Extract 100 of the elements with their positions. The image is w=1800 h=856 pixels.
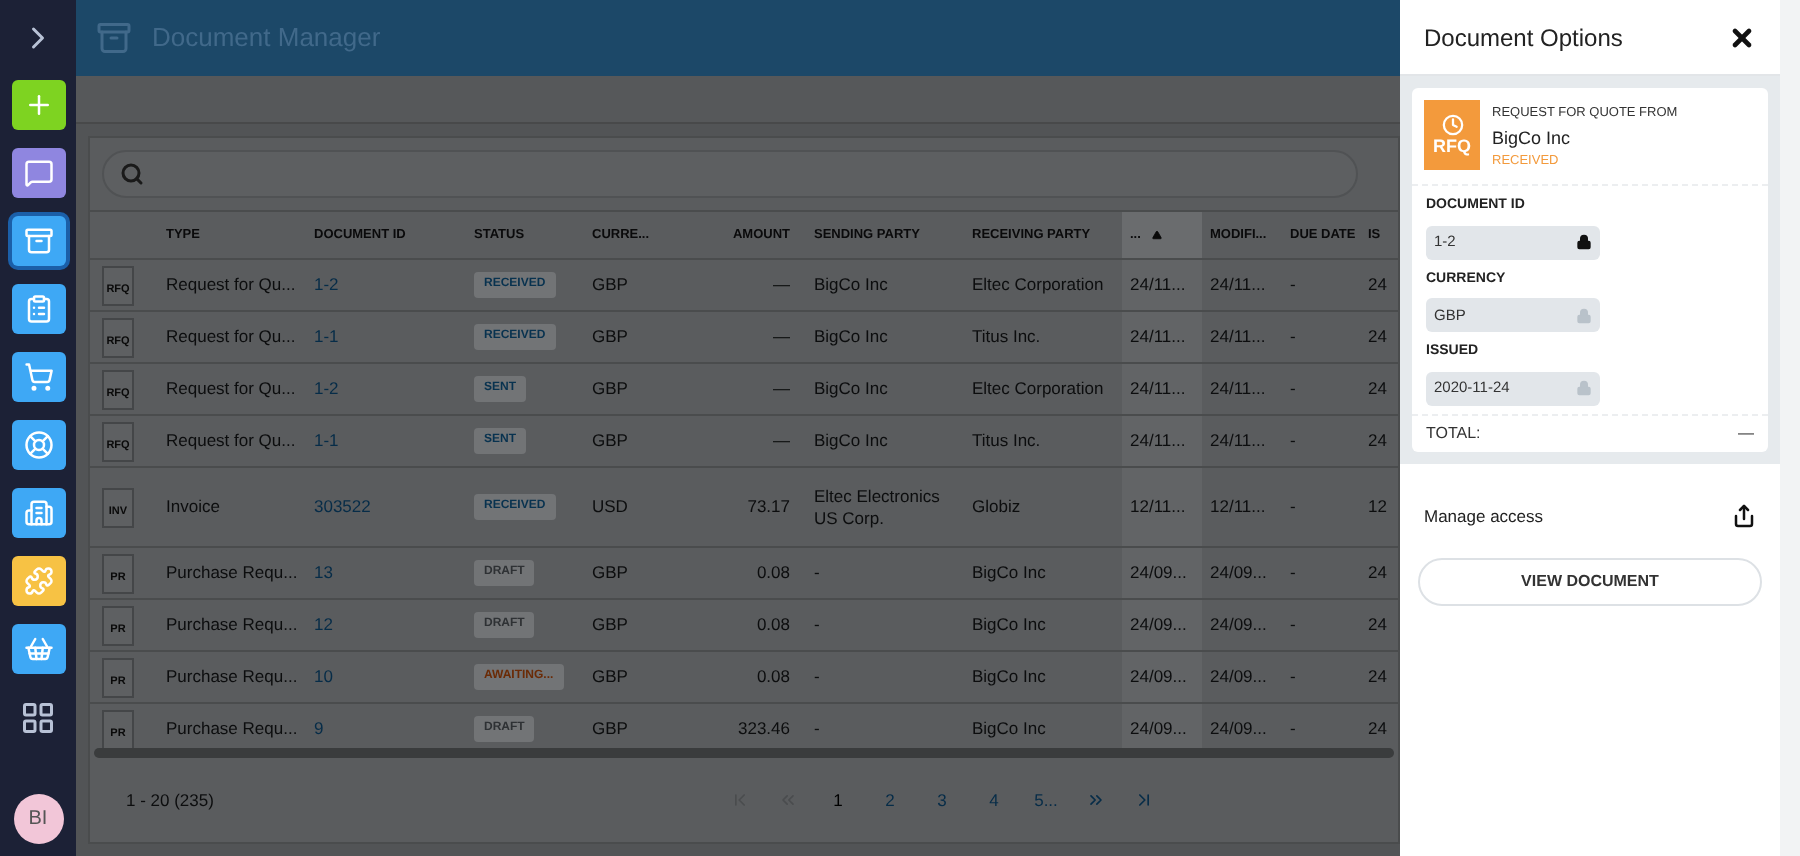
clock-icon bbox=[1441, 114, 1463, 136]
puzzle-icon bbox=[23, 566, 53, 596]
icon-label: RFQ bbox=[1433, 138, 1471, 156]
table-cell: 24/09... bbox=[1210, 614, 1267, 636]
table-cell: - bbox=[1290, 562, 1296, 584]
table-cell: USD bbox=[592, 496, 628, 518]
table-cell: 24/09... bbox=[1130, 718, 1187, 740]
table-cell: 24 bbox=[1368, 430, 1387, 452]
table-cell: - bbox=[1290, 496, 1296, 518]
lifebuoy-icon bbox=[23, 430, 53, 460]
table-cell: Invoice bbox=[166, 496, 220, 518]
table-cell: 0.08 bbox=[756, 562, 790, 584]
page-link[interactable]: 5... bbox=[1034, 787, 1058, 813]
sidebar-item[interactable] bbox=[11, 420, 65, 470]
document-link[interactable]: 1-1 bbox=[314, 428, 339, 454]
table-cell-text: Eltec Electronics US Corp. bbox=[814, 485, 942, 529]
sidebar-item[interactable] bbox=[11, 148, 65, 198]
document-party: BigCo Inc bbox=[1492, 125, 1573, 152]
table-cell: — bbox=[773, 430, 790, 452]
share-icon[interactable] bbox=[1732, 503, 1756, 528]
table-cell: 24 bbox=[1368, 326, 1387, 348]
table-cell: - bbox=[1290, 326, 1296, 348]
sidebar-item[interactable] bbox=[11, 556, 65, 606]
manage-access-link[interactable]: Manage access bbox=[1424, 503, 1544, 529]
table-cell: Globiz bbox=[972, 496, 1021, 518]
page-link[interactable]: 1 bbox=[826, 787, 850, 813]
document-link[interactable]: 303522 bbox=[314, 494, 371, 520]
table-cell: - bbox=[1290, 718, 1296, 740]
table-cell: 323.46 bbox=[738, 718, 790, 740]
horizontal-scrollbar[interactable] bbox=[94, 748, 1394, 758]
view-document-button[interactable]: VIEW DOCUMENT bbox=[1418, 558, 1762, 607]
sidebar-item[interactable] bbox=[11, 352, 65, 402]
table-cell: 24/11... bbox=[1210, 378, 1266, 400]
table-cell: GBP bbox=[592, 326, 628, 348]
table-cell: 24/09... bbox=[1130, 666, 1187, 688]
table-cell: Purchase Requ... bbox=[166, 666, 298, 688]
page-link[interactable]: 2 bbox=[878, 787, 902, 813]
search-icon bbox=[120, 162, 144, 186]
page-link[interactable]: 3 bbox=[930, 787, 954, 813]
table-cell: BigCo Inc bbox=[972, 718, 1046, 740]
sidebar-item[interactable] bbox=[11, 488, 65, 538]
table-cell: 24 bbox=[1368, 718, 1387, 740]
close-icon bbox=[1728, 23, 1756, 51]
table-cell: 24 bbox=[1368, 562, 1387, 584]
table-cell: Titus Inc. bbox=[972, 326, 1041, 348]
table-cell: — bbox=[773, 326, 790, 348]
table-cell: - bbox=[1290, 666, 1296, 688]
add-icon bbox=[23, 90, 53, 120]
sidebar-item[interactable] bbox=[11, 216, 65, 266]
chat-icon bbox=[23, 158, 53, 188]
table-cell: Request for Qu... bbox=[166, 378, 296, 400]
page-link[interactable]: 4 bbox=[982, 787, 1006, 813]
table-cell: GBP bbox=[592, 274, 628, 296]
table-cell: Request for Qu... bbox=[166, 326, 296, 348]
basket-icon bbox=[23, 634, 53, 664]
table-cell: BigCo Inc bbox=[972, 666, 1046, 688]
document-link[interactable]: 9 bbox=[314, 716, 324, 742]
total-label: TOTAL: bbox=[1426, 421, 1481, 445]
close-button[interactable] bbox=[1728, 23, 1756, 51]
sort-icon bbox=[1152, 230, 1163, 240]
panel-title: Document Options bbox=[1424, 21, 1623, 55]
table-cell: 24/11... bbox=[1130, 378, 1186, 400]
archive-icon bbox=[23, 226, 53, 256]
table-cell: BigCo Inc bbox=[814, 378, 888, 400]
table-cell: Purchase Requ... bbox=[166, 614, 298, 636]
table-cell: Request for Qu... bbox=[166, 430, 296, 452]
table-cell: 24/09... bbox=[1210, 718, 1267, 740]
document-link[interactable]: 1-2 bbox=[314, 272, 339, 298]
sidebar-item[interactable] bbox=[11, 624, 65, 674]
table-cell: BigCo Inc bbox=[814, 326, 888, 348]
document-link[interactable]: 1-1 bbox=[314, 324, 339, 350]
document-link[interactable]: 10 bbox=[314, 664, 333, 690]
table-cell: BigCo Inc bbox=[972, 562, 1046, 584]
table-cell: 0.08 bbox=[756, 614, 790, 636]
grid-icon bbox=[20, 699, 56, 735]
sidebar-item[interactable] bbox=[11, 80, 65, 130]
table-cell: - bbox=[1290, 274, 1296, 296]
document-link[interactable]: 1-2 bbox=[314, 376, 339, 402]
table-cell: 24/11... bbox=[1210, 326, 1266, 348]
table-cell: 24/09... bbox=[1130, 562, 1187, 584]
table-cell: 24/11... bbox=[1210, 430, 1266, 452]
table-cell: Eltec Corporation bbox=[972, 274, 1104, 296]
sidebar-item[interactable] bbox=[11, 284, 65, 334]
table-cell: 24 bbox=[1368, 274, 1387, 296]
total-value: — bbox=[1738, 421, 1754, 445]
search-field[interactable] bbox=[102, 150, 1358, 198]
table-cell: GBP bbox=[592, 378, 628, 400]
table-cell: BigCo Inc bbox=[814, 274, 888, 296]
table-cell: - bbox=[814, 562, 820, 584]
user-avatar[interactable]: BI bbox=[13, 794, 63, 844]
table-cell: - bbox=[1290, 378, 1296, 400]
table-cell: GBP bbox=[592, 666, 628, 688]
table-cell: GBP bbox=[592, 562, 628, 584]
table-cell: Request for Qu... bbox=[166, 274, 296, 296]
table-cell: Purchase Requ... bbox=[166, 562, 298, 584]
document-link[interactable]: 13 bbox=[314, 560, 333, 586]
table-cell: Purchase Requ... bbox=[166, 718, 298, 740]
archive-icon bbox=[96, 20, 132, 56]
document-link[interactable]: 12 bbox=[314, 612, 333, 638]
table-cell: 24/11... bbox=[1130, 326, 1186, 348]
